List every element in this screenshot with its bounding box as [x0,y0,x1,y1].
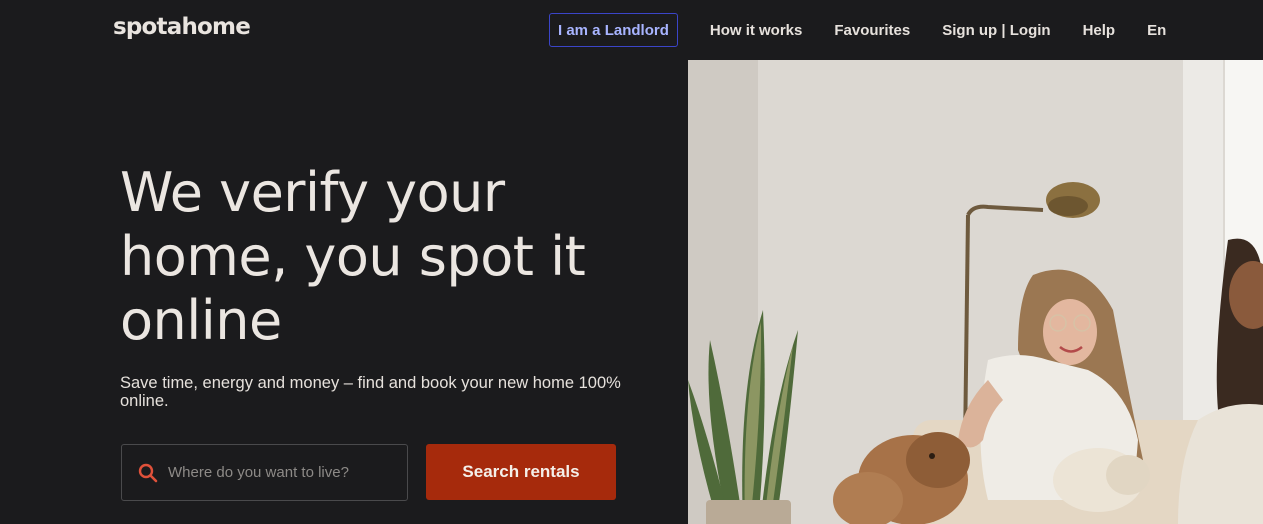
hero-image [688,60,1263,524]
landlord-button[interactable]: I am a Landlord [549,13,678,47]
nav-how-it-works[interactable]: How it works [710,22,803,39]
nav-favourites[interactable]: Favourites [834,22,910,39]
hero-title: We verify your home, you spot it online [120,161,586,352]
search-input[interactable] [168,452,407,493]
nav-help[interactable]: Help [1083,22,1116,39]
hero-subtitle: Save time, energy and money – find and b… [120,374,621,410]
search-field[interactable] [121,444,408,501]
search-rentals-button[interactable]: Search rentals [426,444,616,500]
nav-sign-up-login[interactable]: Sign up | Login [942,22,1050,39]
spotahome-logo[interactable]: spotahome [113,14,251,40]
top-navigation-bar: spotahome I am a Landlord How it works F… [0,0,1263,60]
search-icon [137,462,159,484]
language-selector[interactable]: En [1147,22,1166,39]
main-nav: I am a Landlord How it works Favourites … [549,13,1166,47]
